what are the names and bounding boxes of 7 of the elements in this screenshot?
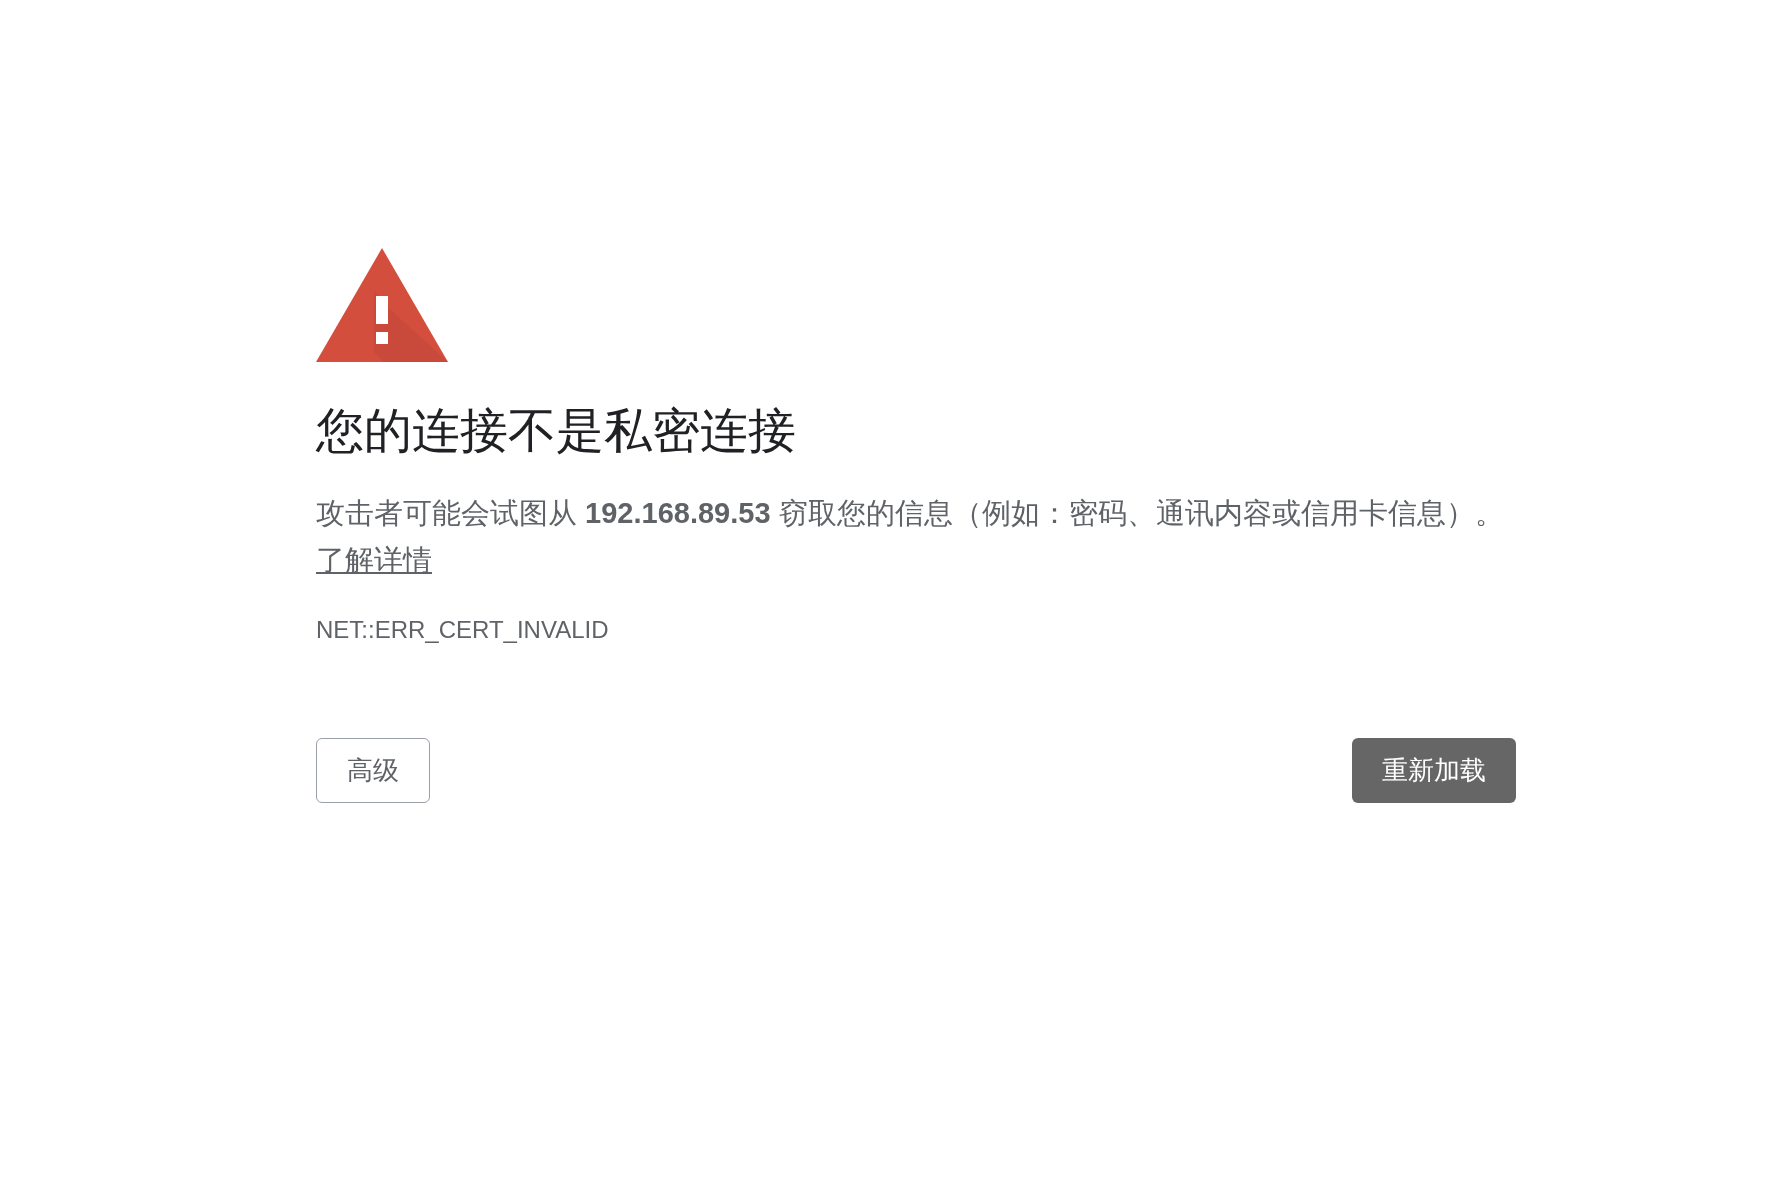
learn-more-link[interactable]: 了解详情 [316, 543, 432, 576]
reload-button[interactable]: 重新加载 [1352, 737, 1516, 803]
error-code: NET::ERR_CERT_INVALID [316, 614, 610, 645]
warning-icon [316, 248, 448, 362]
advanced-button[interactable]: 高级 [316, 737, 430, 803]
warning-message: 攻击者可能会试图从 192.168.89.53 窃取您的信息（例如：密码、通讯内容或信用卡信息）。 了解详情 [316, 495, 1505, 578]
page-heading: 您的连接不是私密连接 [316, 403, 797, 459]
